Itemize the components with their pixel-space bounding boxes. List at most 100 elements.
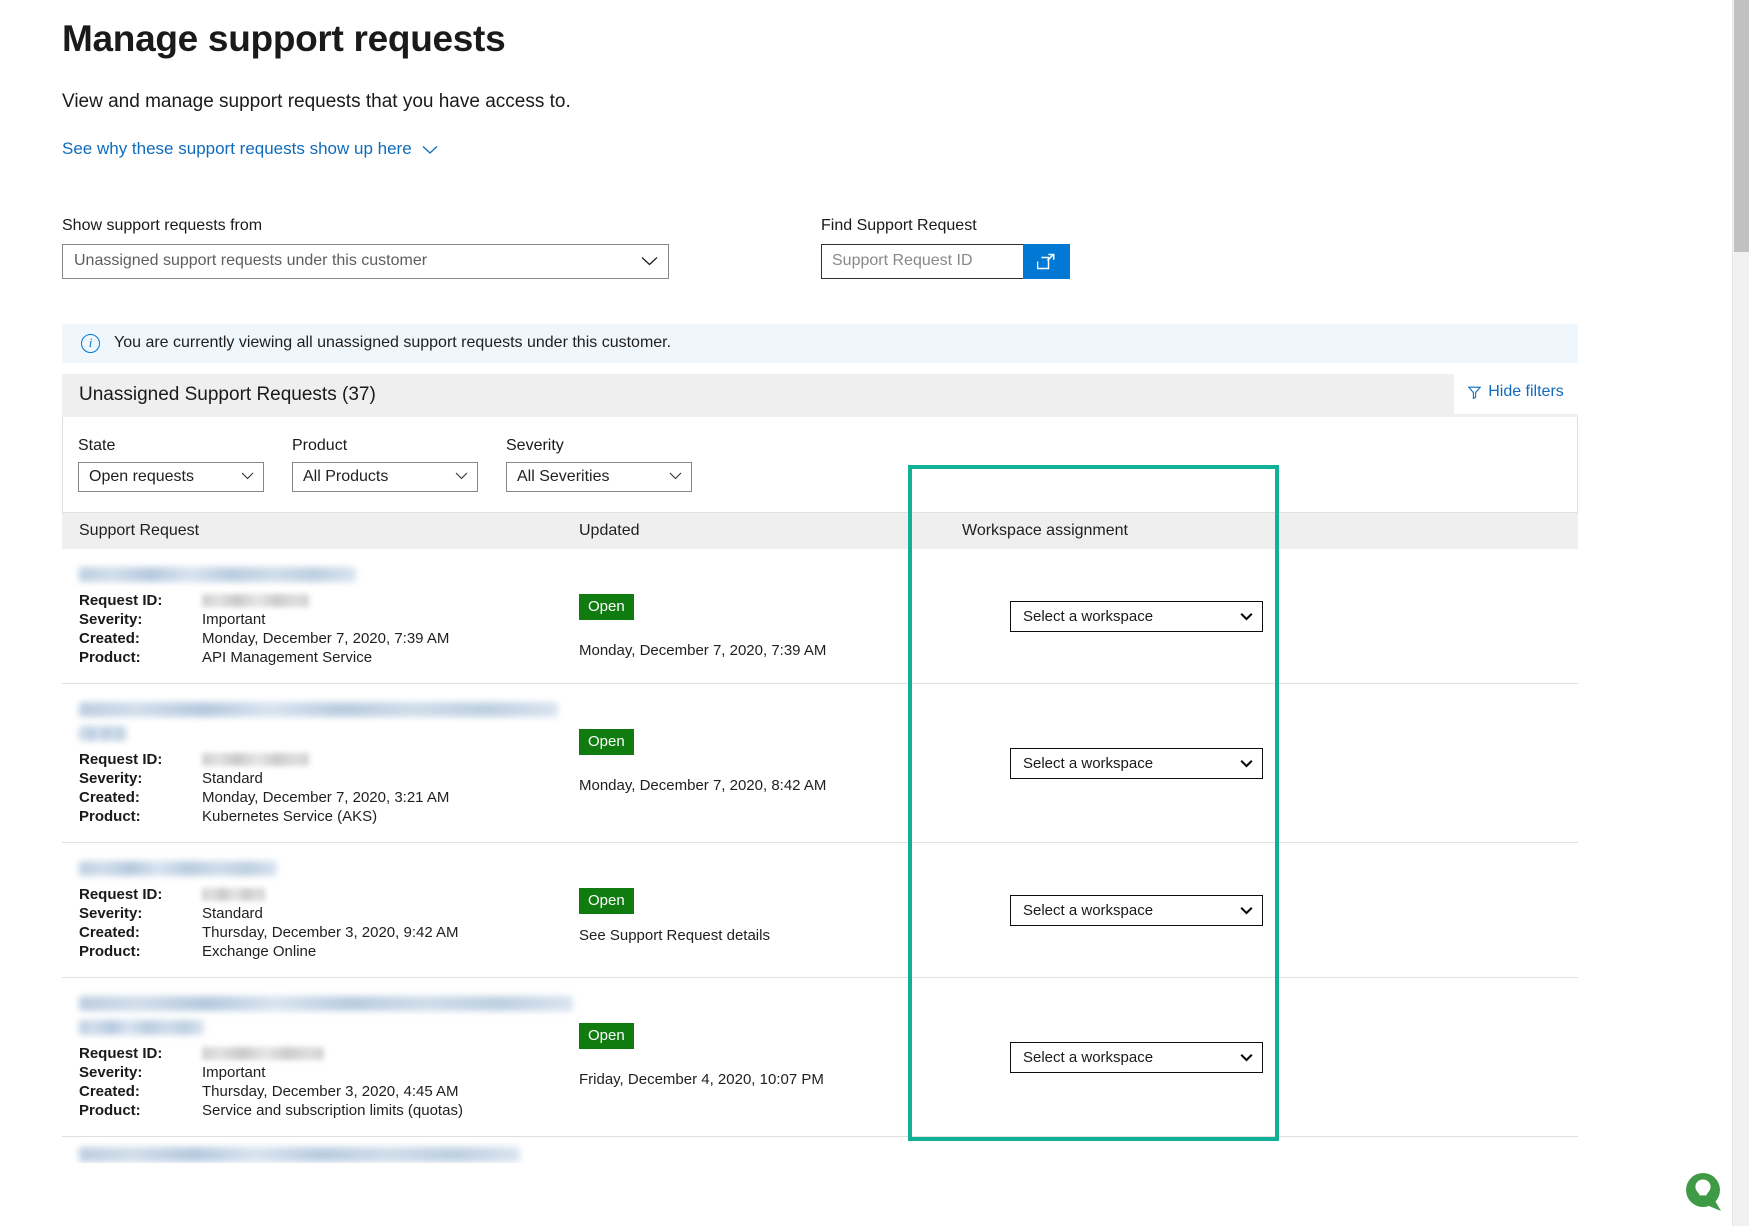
scrollbar-thumb[interactable]: [1734, 0, 1749, 252]
request-id-label: Request ID:: [79, 591, 163, 609]
severity-label: Severity:: [79, 769, 143, 787]
info-banner: i You are currently viewing all unassign…: [62, 323, 1578, 363]
filter-state-value: Open requests: [89, 467, 194, 485]
table-row[interactable]: Request ID: Severity: Standard Created: Thur…: [62, 842, 1578, 978]
table-row[interactable]: Request ID: Severity: Important Created: Thu…: [62, 977, 1578, 1137]
page-title: Manage support requests: [62, 18, 506, 59]
feedback-widget-button[interactable]: [1683, 1170, 1727, 1214]
updated-timestamp: Monday, December 7, 2020, 8:42 AM: [579, 776, 827, 794]
product-value: Service and subscription limits (quotas): [202, 1101, 463, 1119]
redacted-request-id: [202, 1047, 324, 1061]
show-from-dropdown[interactable]: Unassigned support requests under this c…: [62, 243, 669, 279]
redacted-request-title: [79, 860, 277, 876]
created-value: Thursday, December 3, 2020, 9:42 AM: [202, 923, 459, 941]
status-badge: Open: [579, 1022, 634, 1049]
see-why-link[interactable]: See why these support requests show up h…: [62, 139, 412, 159]
created-value: Monday, December 7, 2020, 7:39 AM: [202, 629, 450, 647]
table-header: Support Request Updated Workspace assign…: [62, 511, 1578, 549]
open-in-new-window-icon: [1037, 252, 1056, 271]
request-id-value: [202, 1044, 324, 1063]
chevron-down-icon: [455, 471, 468, 483]
created-label: Created:: [79, 1082, 140, 1100]
chevron-down-icon[interactable]: [422, 145, 438, 155]
cell-support-request: Request ID: Severity: Standard Created: Thur…: [62, 843, 579, 977]
cell-workspace-assignment: Select a workspace: [962, 549, 1578, 683]
redacted-request-title: [79, 566, 356, 582]
filter-severity-value: All Severities: [517, 467, 610, 485]
hide-filters-button[interactable]: Hide filters: [1454, 370, 1578, 414]
find-support-request-button[interactable]: [1023, 243, 1070, 279]
workspace-select-value: Select a workspace: [1023, 608, 1154, 626]
request-id-label: Request ID:: [79, 885, 163, 903]
created-value: Monday, December 7, 2020, 3:21 AM: [202, 788, 450, 806]
redacted-request-id: [202, 594, 309, 608]
feedback-lightbulb-icon: [1686, 1173, 1721, 1211]
filter-severity-select[interactable]: All Severities: [506, 461, 692, 492]
cell-support-request: Request ID: Severity: Standard Created: Mond…: [62, 684, 579, 842]
filter-product-select[interactable]: All Products: [292, 461, 478, 492]
redacted-request-title-line2: [79, 1019, 204, 1035]
page-scrollbar[interactable]: [1732, 0, 1749, 1226]
product-value: API Management Service: [202, 648, 373, 666]
updated-timestamp: Monday, December 7, 2020, 7:39 AM: [579, 641, 827, 659]
filter-state-label: State: [78, 436, 116, 454]
updated-timestamp: Friday, December 4, 2020, 10:07 PM: [579, 1070, 824, 1088]
show-support-requests-from-block: Show support requests from Unassigned su…: [62, 217, 669, 279]
filter-state-select[interactable]: Open requests: [78, 461, 264, 492]
cell-updated: Open Monday, December 7, 2020, 7:39 AM: [579, 549, 962, 683]
severity-label: Severity:: [79, 904, 143, 922]
created-label: Created:: [79, 923, 140, 941]
table-row-partial[interactable]: [62, 1136, 1578, 1163]
workspace-select[interactable]: Select a workspace: [1010, 1042, 1263, 1074]
cell-updated: Open See Support Request details: [579, 843, 962, 977]
chevron-down-icon: [1240, 610, 1253, 624]
show-from-value: Unassigned support requests under this c…: [74, 252, 428, 270]
severity-value: Standard: [202, 904, 263, 922]
workspace-select-value: Select a workspace: [1023, 1049, 1154, 1067]
manage-support-requests-page: Manage support requests View and manage …: [0, 0, 1749, 1226]
controls-row: Show support requests from Unassigned su…: [62, 217, 1749, 279]
created-value: Thursday, December 3, 2020, 4:45 AM: [202, 1082, 459, 1100]
request-id-value: [202, 885, 265, 904]
funnel-icon: [1467, 386, 1482, 400]
redacted-request-title: [79, 1146, 520, 1162]
request-id-value: [202, 750, 309, 769]
filter-product: Product All Products: [292, 437, 478, 492]
chevron-down-icon: [1240, 904, 1253, 918]
cell-workspace-assignment: Select a workspace: [962, 978, 1578, 1136]
show-from-label: Show support requests from: [62, 216, 263, 234]
product-label: Product:: [79, 648, 141, 666]
product-label: Product:: [79, 807, 141, 825]
cell-updated: Open Monday, December 7, 2020, 8:42 AM: [579, 684, 962, 842]
product-label: Product:: [79, 942, 141, 960]
panel-header: Unassigned Support Requests (37): [62, 373, 1578, 417]
table-row[interactable]: Request ID: Severity: Important Created: Mon…: [62, 548, 1578, 684]
filter-state: State Open requests: [78, 437, 264, 492]
redacted-request-id: [202, 888, 265, 902]
table-row[interactable]: Request ID: Severity: Standard Created: Mond…: [62, 683, 1578, 843]
hide-filters-label: Hide filters: [1488, 383, 1564, 401]
cell-support-request: Request ID: Severity: Important Created: Thu…: [62, 978, 579, 1136]
cell-support-request: Request ID: Severity: Important Created: Mon…: [62, 549, 579, 683]
status-badge: Open: [579, 593, 634, 620]
created-label: Created:: [79, 629, 140, 647]
find-input-group: [821, 243, 1070, 279]
chevron-down-icon: [641, 254, 658, 269]
chevron-down-icon: [241, 471, 254, 483]
column-header-workspace-assignment: Workspace assignment: [962, 521, 1128, 539]
chevron-down-icon: [1240, 757, 1253, 771]
status-badge: Open: [579, 887, 634, 914]
filters-row: State Open requests Product All Products: [62, 416, 1578, 512]
page-subtitle: View and manage support requests that yo…: [62, 90, 571, 112]
workspace-select[interactable]: Select a workspace: [1010, 895, 1263, 927]
workspace-select[interactable]: Select a workspace: [1010, 601, 1263, 633]
product-value: Exchange Online: [202, 942, 317, 960]
workspace-select[interactable]: Select a workspace: [1010, 748, 1263, 780]
support-request-id-input[interactable]: [821, 243, 1023, 279]
severity-value: Important: [202, 610, 266, 628]
chevron-down-icon: [669, 471, 682, 483]
find-label: Find Support Request: [821, 216, 977, 234]
see-support-request-details-link[interactable]: See Support Request details: [579, 927, 962, 944]
filter-severity: Severity All Severities: [506, 437, 692, 492]
filter-product-value: All Products: [303, 467, 389, 485]
